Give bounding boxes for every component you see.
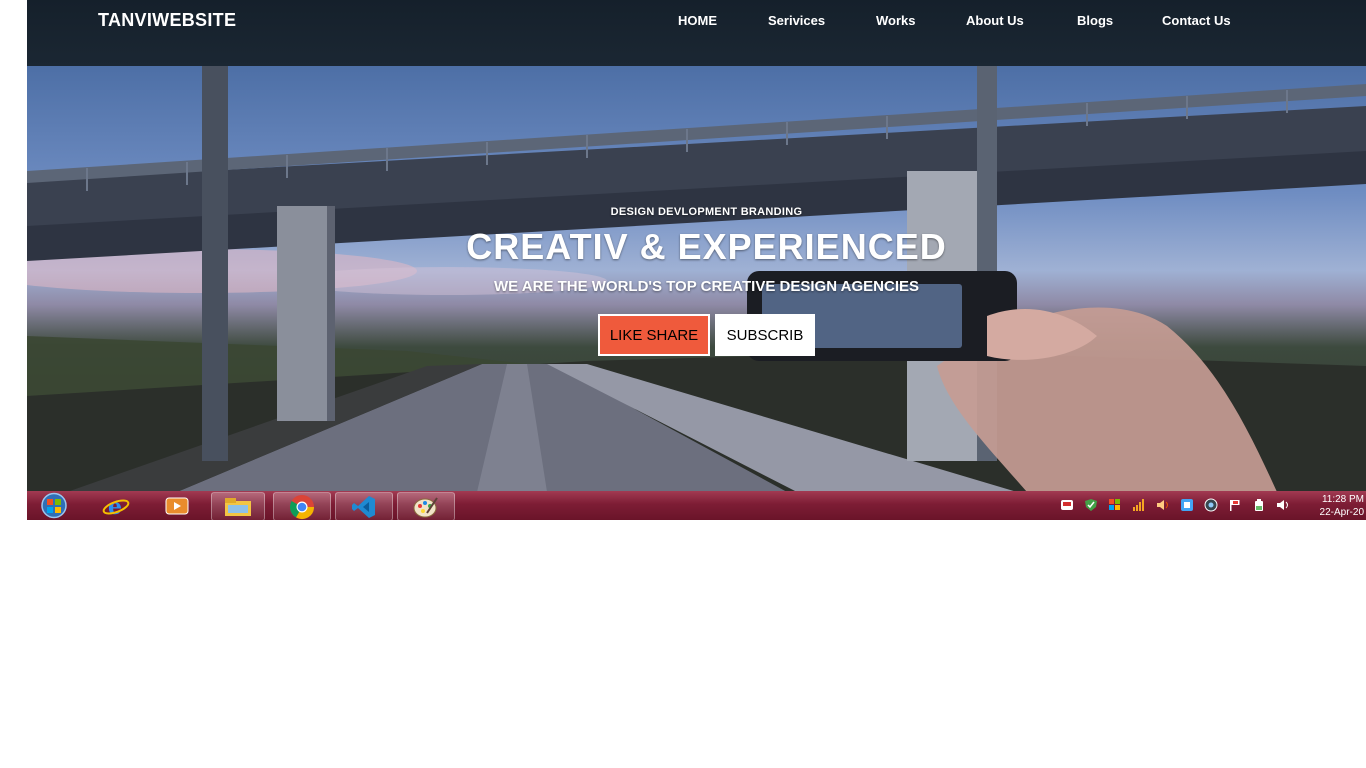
chrome-icon xyxy=(289,494,314,519)
clock-time: 11:28 PM xyxy=(1321,494,1364,505)
tray-sync-icon[interactable] xyxy=(1204,498,1218,512)
start-orb-icon xyxy=(41,492,67,519)
hero-section: DESIGN DEVLOPMENT BRANDING CREATIV & EXP… xyxy=(27,66,1366,492)
taskbar-internet-explorer[interactable]: e xyxy=(97,492,137,519)
windows-taskbar: e 11:28 PM 22-Apr-20 xyxy=(27,491,1366,520)
tray-network-icon[interactable] xyxy=(1132,498,1146,512)
taskbar-vscode[interactable] xyxy=(335,492,393,520)
nav-services[interactable]: Serivices xyxy=(768,13,825,28)
internet-explorer-icon: e xyxy=(102,494,130,518)
hero-headline: CREATIV & EXPERIENCED xyxy=(466,226,947,267)
site-brand-logo[interactable]: TANVIWEBSITE xyxy=(98,10,236,31)
nav-works[interactable]: Works xyxy=(876,13,916,28)
file-explorer-icon xyxy=(225,497,251,516)
nav-about-us[interactable]: About Us xyxy=(966,13,1024,28)
like-share-button[interactable]: LIKE SHARE xyxy=(598,314,710,356)
media-player-icon xyxy=(165,497,189,514)
start-button[interactable] xyxy=(33,492,73,519)
taskbar-chrome[interactable] xyxy=(273,492,331,520)
tray-app2-icon[interactable] xyxy=(1180,498,1194,512)
clock-date: 22-Apr-20 xyxy=(1319,507,1364,518)
volume-icon[interactable] xyxy=(1276,498,1290,512)
tray-security-icon[interactable] xyxy=(1084,498,1098,512)
paint-icon xyxy=(413,496,438,517)
nav-home[interactable]: HOME xyxy=(678,13,717,28)
site-navbar: TANVIWEBSITE HOME Serivices Works About … xyxy=(27,0,1366,66)
nav-blogs[interactable]: Blogs xyxy=(1077,13,1113,28)
tray-windows-icon[interactable] xyxy=(1108,498,1122,512)
tray-audio-icon[interactable] xyxy=(1156,498,1170,512)
taskbar-clock[interactable]: 11:28 PM 22-Apr-20 xyxy=(1320,493,1364,519)
taskbar-paint[interactable] xyxy=(397,492,455,520)
tray-app-icon[interactable] xyxy=(1060,498,1074,512)
nav-contact-us[interactable]: Contact Us xyxy=(1162,13,1231,28)
tray-flag-icon[interactable] xyxy=(1228,498,1242,512)
taskbar-media-player[interactable] xyxy=(158,492,196,519)
subscribe-button[interactable]: SUBSCRIB xyxy=(715,314,815,356)
tray-battery-icon[interactable] xyxy=(1252,498,1266,512)
taskbar-file-explorer[interactable] xyxy=(211,492,265,520)
hero-subheadline: WE ARE THE WORLD'S TOP CREATIVE DESIGN A… xyxy=(494,278,919,295)
hero-content: DESIGN DEVLOPMENT BRANDING CREATIV & EXP… xyxy=(27,66,1366,492)
hero-tagline: DESIGN DEVLOPMENT BRANDING xyxy=(610,206,803,218)
desktop-screen: TANVIWEBSITE HOME Serivices Works About … xyxy=(27,0,1366,520)
vscode-icon xyxy=(352,495,375,518)
